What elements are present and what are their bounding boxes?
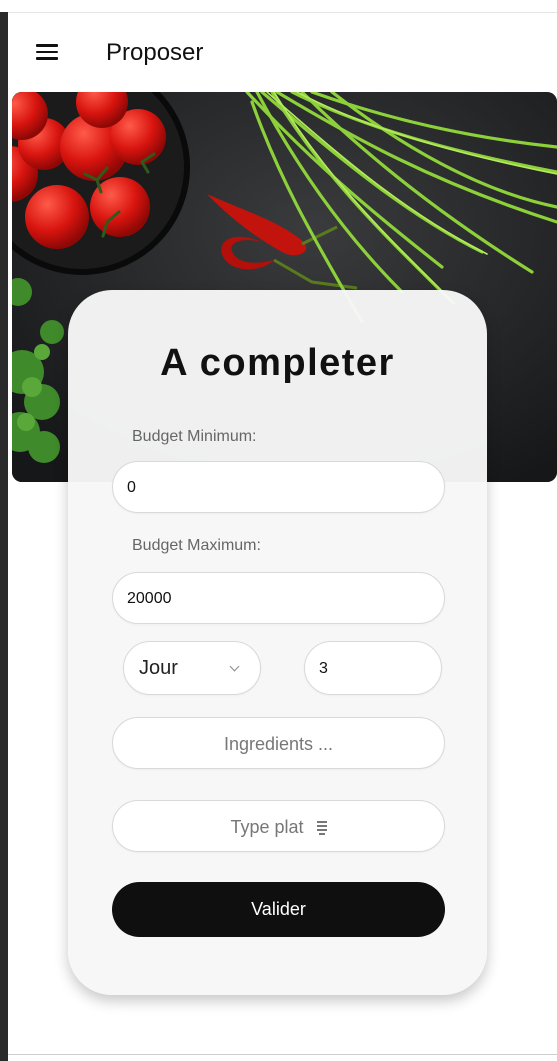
budget-maximum-value: 20000 bbox=[127, 590, 172, 607]
type-plat-select[interactable]: Type plat bbox=[112, 800, 445, 852]
sort-icon bbox=[316, 820, 327, 836]
app-bar: Proposer bbox=[8, 13, 557, 91]
budget-maximum-label: Budget Maximum: bbox=[132, 537, 261, 554]
proposal-form-card: A completer Budget Minimum: 0 Budget Max… bbox=[68, 290, 487, 995]
page-title: Proposer bbox=[106, 39, 204, 66]
type-plat-label: Type plat bbox=[230, 817, 304, 837]
type-plat-label-wrap: Type plat bbox=[113, 817, 444, 838]
budget-minimum-input[interactable]: 0 bbox=[112, 461, 445, 513]
period-count-input[interactable]: 3 bbox=[304, 641, 442, 695]
period-select[interactable]: Jour bbox=[123, 641, 261, 695]
budget-minimum-label: Budget Minimum: bbox=[132, 428, 257, 445]
chevron-down-icon bbox=[229, 661, 240, 672]
form-title: A completer bbox=[160, 342, 395, 384]
budget-minimum-value: 0 bbox=[127, 479, 136, 496]
bottom-divider bbox=[8, 1054, 557, 1055]
budget-maximum-input[interactable]: 20000 bbox=[112, 572, 445, 624]
period-count-value: 3 bbox=[319, 660, 328, 677]
ingredients-input[interactable]: Ingredients ... bbox=[112, 717, 445, 769]
ingredients-placeholder: Ingredients ... bbox=[223, 734, 334, 754]
menu-icon[interactable] bbox=[36, 43, 58, 61]
submit-button[interactable]: Valider bbox=[112, 882, 445, 937]
window-left-border bbox=[0, 12, 8, 1061]
period-selected-value: Jour bbox=[139, 657, 178, 679]
